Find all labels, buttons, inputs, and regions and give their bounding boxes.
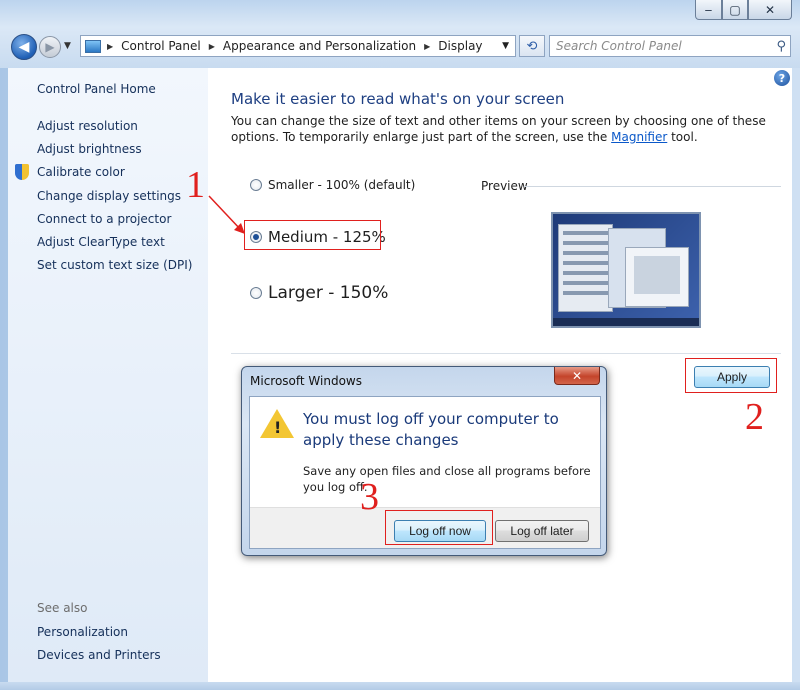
sidebar-item-connect-projector[interactable]: Connect to a projector (37, 211, 192, 234)
breadcrumb-control-panel[interactable]: Control Panel (121, 39, 201, 53)
breadcrumb-separator-icon[interactable]: ▶ (424, 42, 430, 51)
control-panel-icon (85, 39, 101, 53)
uac-shield-icon (15, 164, 29, 181)
preview-label: Preview (481, 179, 528, 193)
sidebar-control-panel-home[interactable]: Control Panel Home (37, 82, 156, 96)
forward-arrow-icon: ▶ (45, 40, 55, 54)
search-icon[interactable]: ⚲ (776, 39, 786, 54)
log-off-later-button[interactable]: Log off later (495, 520, 589, 542)
breadcrumb: ▶ Control Panel ▶ Appearance and Persona… (107, 39, 483, 53)
refresh-icon: ⟲ (526, 38, 538, 54)
option-larger-label: Larger - 150% (268, 283, 389, 303)
annotation-box-medium (244, 220, 381, 250)
sidebar-item-calibrate-color-row: Calibrate color (15, 164, 192, 187)
dialog-message: Save any open files and close all progra… (303, 464, 591, 494)
minimize-button[interactable]: ‒ (695, 0, 722, 20)
sidebar: Control Panel Home Adjust resolution Adj… (8, 68, 208, 682)
refresh-button[interactable]: ⟲ (519, 35, 545, 57)
maximize-button[interactable]: ▢ (722, 0, 748, 20)
window-frame-bottom (0, 682, 800, 690)
sidebar-item-adjust-resolution[interactable]: Adjust resolution (37, 118, 192, 141)
preview-window (558, 224, 613, 312)
option-smaller-label: Smaller - 100% (default) (268, 178, 416, 192)
warning-icon: ! (260, 409, 294, 438)
sidebar-item-devices-printers[interactable]: Devices and Printers (37, 647, 161, 670)
sidebar-item-adjust-cleartype[interactable]: Adjust ClearType text (37, 234, 192, 257)
see-also-list: Personalization Devices and Printers (37, 624, 161, 670)
annotation-step-1: 1 (186, 164, 205, 206)
search-placeholder: Search Control Panel (556, 39, 682, 53)
forward-button[interactable]: ▶ (39, 36, 61, 58)
annotation-step-3: 3 (360, 476, 379, 518)
help-icon[interactable]: ? (774, 70, 790, 86)
search-input[interactable]: Search Control Panel ⚲ (549, 35, 791, 57)
close-button[interactable]: ✕ (748, 0, 792, 20)
preview-image (551, 212, 701, 328)
magnifier-link[interactable]: Magnifier (611, 130, 667, 144)
radio-larger[interactable] (250, 287, 262, 299)
page-description: You can change the size of text and othe… (231, 113, 776, 145)
window-frame (0, 0, 800, 68)
sidebar-item-personalization[interactable]: Personalization (37, 624, 161, 647)
breadcrumb-separator-icon[interactable]: ▶ (209, 42, 215, 51)
back-arrow-icon: ◀ (18, 39, 30, 55)
annotation-box-apply (685, 358, 777, 393)
description-text-end: tool. (667, 130, 698, 144)
breadcrumb-appearance[interactable]: Appearance and Personalization (223, 39, 416, 53)
window-caption-buttons: ‒ ▢ ✕ (695, 0, 792, 20)
sidebar-task-list: Adjust resolution Adjust brightness Cali… (15, 118, 192, 280)
dialog-heading: You must log off your computer to apply … (303, 410, 559, 449)
breadcrumb-separator-icon[interactable]: ▶ (107, 42, 113, 51)
breadcrumb-display[interactable]: Display (438, 39, 482, 53)
sidebar-item-adjust-brightness[interactable]: Adjust brightness (37, 141, 192, 164)
option-smaller[interactable]: Smaller - 100% (default) (250, 178, 415, 192)
preview-divider (524, 186, 781, 187)
radio-smaller[interactable] (250, 179, 262, 191)
annotation-step-2: 2 (745, 396, 764, 438)
sidebar-item-custom-text-size[interactable]: Set custom text size (DPI) (37, 257, 192, 280)
sidebar-item-calibrate-color[interactable]: Calibrate color (37, 165, 125, 179)
sidebar-item-change-display-settings[interactable]: Change display settings (37, 188, 192, 211)
preview-window (625, 247, 689, 307)
address-bar[interactable]: ▶ Control Panel ▶ Appearance and Persona… (80, 35, 516, 57)
see-also-heading: See also (37, 601, 88, 615)
option-larger[interactable]: Larger - 150% (250, 283, 388, 303)
address-dropdown-icon[interactable]: ▼ (502, 41, 509, 51)
dialog-close-button[interactable]: ✕ (554, 367, 600, 385)
annotation-box-logoff (385, 510, 493, 545)
page-title: Make it easier to read what's on your sc… (231, 90, 565, 108)
preview-taskbar (553, 318, 699, 326)
back-button[interactable]: ◀ (11, 34, 37, 60)
dialog-title: Microsoft Windows (250, 374, 362, 388)
content-divider (231, 353, 781, 354)
recent-pages-dropdown[interactable]: ▼ (64, 41, 71, 51)
